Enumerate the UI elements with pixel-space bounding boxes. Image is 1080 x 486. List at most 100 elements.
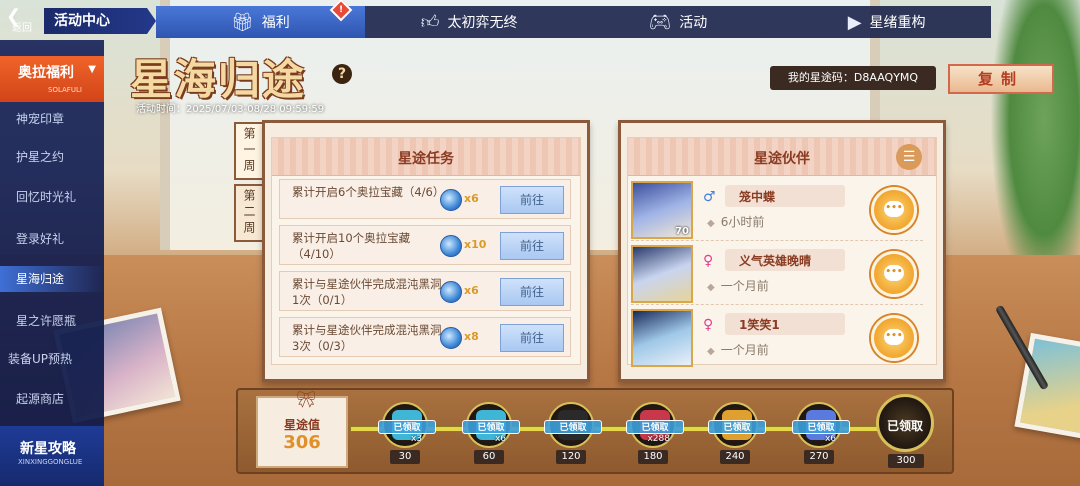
back-arrow-icon: ❮ (6, 6, 22, 27)
video-icon: ▶ (847, 11, 862, 33)
tab-week-2[interactable]: 第二周 (234, 184, 264, 242)
sidebar-category-dropdown[interactable]: 奥拉福利 ▼ SOLAFULI (0, 56, 104, 102)
goto-button[interactable]: 前往 (500, 186, 564, 214)
milestone-reward[interactable]: 已领取 x6 (462, 402, 520, 448)
sidebar-item-star-pact[interactable]: 护星之约 (0, 144, 104, 170)
task-text: 累计与星途伙伴完成混沌黑洞1次（0/1） (292, 277, 442, 307)
score-box: 🎀︎ 星途值 306 (256, 390, 348, 468)
milestone-reward[interactable]: 已领取 x288 (626, 402, 684, 448)
partners-panel: 星途伙伴 ☰ 70 ♂ 笼中蝶 ◆ 6小时前 ••• ♀ 义气英雄晚晴 ◆ 一个月前… (618, 120, 946, 382)
diamond-icon: ◆ (707, 346, 715, 357)
female-icon: ♀ (703, 253, 714, 269)
partner-name: 1笑笑1 (739, 318, 780, 332)
partner-last-online: ◆ 一个月前 (707, 279, 769, 293)
diamond-icon: ◆ (707, 218, 715, 229)
tab-week-1[interactable]: 第一周 (234, 122, 264, 180)
tab-star-rebuild[interactable]: ▶ 星绪重构 (782, 6, 991, 38)
tab-label: 星绪重构 (869, 15, 926, 31)
alert-badge: ! (329, 0, 353, 22)
partner-row: ♀ 义气英雄晚晴 ◆ 一个月前 ••• (631, 243, 923, 305)
milestone-mark: 300 (888, 454, 924, 468)
tab-bar: 🎁︎ 福利 ! 👍︎ 太初弈无终 🎮︎ 活动 ▶ 星绪重构 (156, 0, 991, 38)
partners-panel-title: 星途伙伴 (754, 151, 810, 167)
sidebar-item-star-sea-return[interactable]: 星海归途 (0, 266, 104, 292)
partner-row: ♀ 1笑笑1 ◆ 一个月前 ••• (631, 307, 923, 369)
claimed-stamp: 已领取 (708, 420, 766, 434)
gift-icon: 🎁︎ (230, 11, 254, 33)
tasks-panel: 星途任务 累计开启6个奥拉宝藏（4/6） x6 前往 累计开启10个奥拉宝藏（4… (262, 120, 590, 382)
task-text: 累计开启6个奥拉宝藏（4/6） (292, 185, 445, 199)
newbie-guide-title: 新星攻略 (20, 441, 76, 457)
milestone-reward[interactable]: 已领取 x6 (792, 402, 850, 448)
sidebar-item-pet-seal[interactable]: 神宠印章 (0, 106, 104, 132)
chat-button[interactable]: ••• (871, 315, 917, 361)
help-icon[interactable]: ? (332, 64, 352, 84)
partner-name: 义气英雄晚晴 (739, 254, 812, 268)
sidebar-item-gear-up[interactable]: 装备UP预热 (0, 346, 104, 372)
milestone-qty: x6 (494, 434, 506, 444)
task-text: 累计开启10个奥拉宝藏（4/10） (292, 231, 411, 261)
chat-bubble-icon: ••• (884, 265, 904, 281)
task-reward-qty: x8 (464, 330, 479, 343)
avatar[interactable] (631, 309, 693, 367)
claimed-stamp: 已领取 (626, 420, 684, 434)
milestone-qty: x3 (410, 434, 422, 444)
sidebar-item-wish-bottle[interactable]: 星之许愿瓶 (0, 308, 104, 334)
milestone-reward[interactable]: 已领取 x3 (378, 402, 436, 448)
ribbon-bow-icon: 🎀︎ (296, 390, 317, 409)
tab-label: 太初弈无终 (447, 15, 518, 31)
crystal-orb-icon (440, 281, 462, 303)
back-button[interactable]: ❮ 返回 (0, 4, 44, 38)
milestone-reward[interactable]: 已领取 (708, 402, 766, 448)
avatar-level: 70 (675, 226, 689, 237)
milestone-qty: x288 (647, 434, 670, 444)
goto-button[interactable]: 前往 (500, 324, 564, 352)
claimed-label: 已领取 (886, 419, 923, 433)
tab-activity[interactable]: 🎮︎ 活动 (574, 6, 783, 38)
goto-button[interactable]: 前往 (500, 232, 564, 260)
chat-bubble-icon: ••• (884, 201, 904, 217)
thumbs-up-icon: 👍︎ (420, 12, 440, 33)
newbie-guide-button[interactable]: 新星攻略 XINXINGGONGLUE (0, 426, 104, 486)
list-icon[interactable]: ☰ (896, 144, 922, 170)
copy-button[interactable]: 复制 (948, 64, 1054, 94)
avatar[interactable] (631, 245, 693, 303)
sidebar-item-memory-gift[interactable]: 回忆时光礼 (0, 184, 104, 210)
diamond-icon: ◆ (707, 282, 715, 293)
claimed-stamp: 已领取 (792, 420, 850, 434)
event-time: 活动时间：2025/07/03-08/28 09:59:59 (136, 104, 325, 115)
milestone-reward-final[interactable]: 已领取 (876, 394, 934, 452)
sidebar-item-login-gift[interactable]: 登录好礼 (0, 226, 104, 252)
claimed-stamp: 已领取 (462, 420, 520, 434)
top-bar: ❮ 返回 活动中心 🎁︎ 福利 ! 👍︎ 太初弈无终 🎮︎ 活动 ▶ 星绪重构 (0, 0, 1080, 44)
task-reward-qty: x6 (464, 192, 479, 205)
chat-button[interactable]: ••• (871, 251, 917, 297)
tab-welfare[interactable]: 🎁︎ 福利 ! (156, 0, 365, 38)
newbie-guide-sub: XINXINGGONGLUE (18, 458, 83, 466)
task-row: 累计与星途伙伴完成混沌黑洞3次（0/3） x8 前往 (279, 317, 571, 357)
chat-button[interactable]: ••• (871, 187, 917, 233)
tab-label: 福利 (261, 15, 290, 31)
score-value: 306 (283, 432, 321, 453)
crystal-orb-icon (440, 327, 462, 349)
milestone-mark: 60 (474, 450, 504, 464)
chevron-down-icon: ▼ (88, 64, 96, 75)
sidebar-category-label: 奥拉福利 (18, 65, 74, 81)
milestone-mark: 240 (720, 450, 750, 464)
male-icon: ♂ (703, 189, 716, 205)
partner-name: 笼中蝶 (739, 190, 776, 204)
avatar[interactable]: 70 (631, 181, 693, 239)
milestone-mark: 270 (804, 450, 834, 464)
task-row: 累计开启10个奥拉宝藏（4/10） x10 前往 (279, 225, 571, 265)
tasks-panel-title: 星途任务 (398, 151, 454, 167)
tasks-panel-header: 星途任务 (272, 138, 580, 176)
sidebar-item-origin-shop[interactable]: 起源商店 (0, 386, 104, 412)
claimed-stamp: 已领取 (544, 420, 602, 434)
milestone-reward[interactable]: 已领取 (544, 402, 602, 448)
sidebar-category-sub: SOLAFULI (48, 86, 82, 94)
task-reward-qty: x6 (464, 284, 479, 297)
partner-last-online: ◆ 6小时前 (707, 215, 765, 229)
page-title: 活动中心 (44, 8, 156, 34)
goto-button[interactable]: 前往 (500, 278, 564, 306)
tab-taichu[interactable]: 👍︎ 太初弈无终 (365, 6, 574, 38)
